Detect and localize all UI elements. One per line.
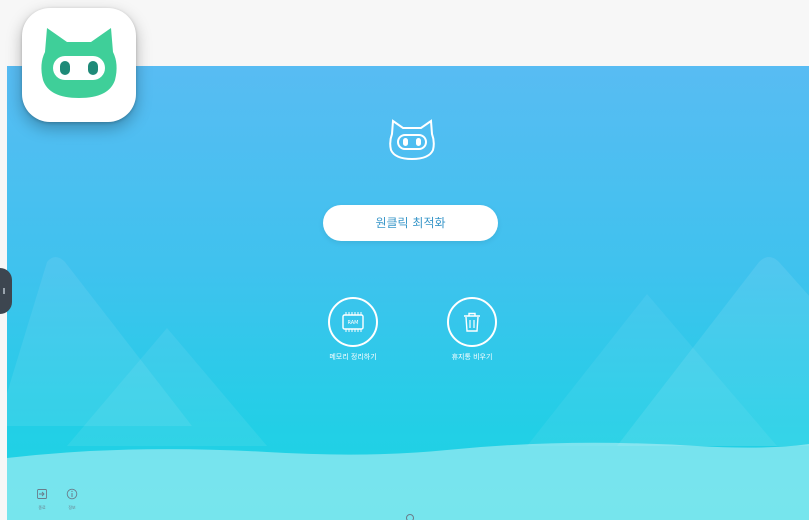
cat-robot-icon: [41, 28, 117, 98]
empty-trash-label: 휴지통 비우기: [451, 353, 493, 361]
app-icon: [22, 8, 136, 122]
memory-clean-label: 메모리 정리하기: [329, 353, 377, 361]
main-panel: 원클릭 최적화 RAM 메모리 정리하기 휴지통 비우기 종료 정보: [7, 66, 809, 520]
empty-trash-circle: [447, 297, 497, 347]
trash-icon: [464, 312, 480, 332]
exit-icon: [37, 489, 47, 499]
ram-chip-text: RAM: [347, 320, 358, 326]
settings-icon[interactable]: [405, 512, 415, 520]
info-button[interactable]: 정보: [60, 485, 84, 511]
exit-button[interactable]: 종료: [30, 485, 54, 511]
info-icon: [66, 488, 78, 500]
one-click-optimize-button[interactable]: 원클릭 최적화: [323, 205, 498, 241]
side-panel-handle[interactable]: [0, 268, 12, 314]
ram-chip-icon: RAM: [342, 312, 364, 332]
info-label: 정보: [68, 505, 76, 510]
memory-clean-button[interactable]: RAM 메모리 정리하기: [305, 297, 401, 362]
empty-trash-button[interactable]: 휴지통 비우기: [424, 297, 520, 362]
exit-label: 종료: [38, 505, 46, 510]
memory-clean-circle: RAM: [328, 297, 378, 347]
cat-robot-icon: [389, 119, 435, 161]
